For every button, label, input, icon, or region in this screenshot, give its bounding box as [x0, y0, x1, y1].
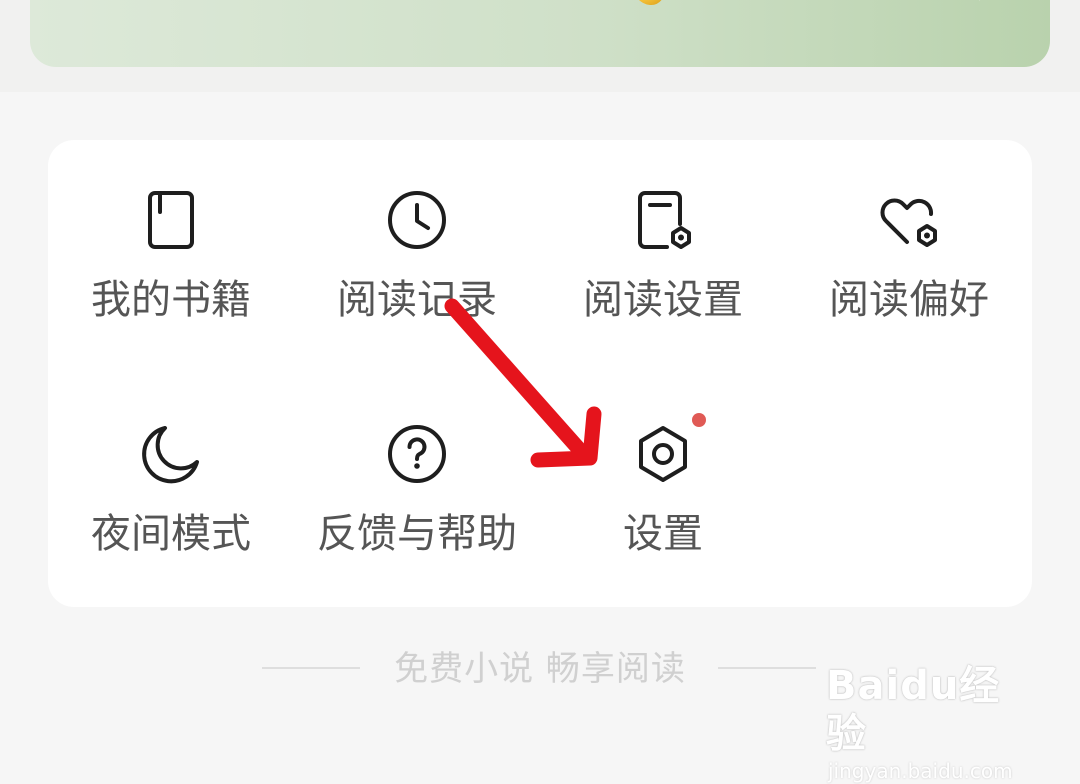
menu-item-my-books[interactable]: 我的书籍: [48, 188, 294, 324]
notification-dot: [692, 413, 706, 427]
menu-item-reading-settings[interactable]: 阅读设置: [540, 188, 786, 324]
rewards-banner[interactable]: 提现 ✦ ✦: [30, 0, 1050, 67]
menu-card: 我的书籍 阅读记录 阅读设置 阅读偏好 夜间模式 反馈与帮助 设置: [48, 140, 1032, 607]
menu-item-label: 阅读记录: [337, 277, 497, 323]
menu-item-label: 阅读设置: [583, 277, 743, 323]
menu-item-label: 反馈与帮助: [317, 511, 517, 557]
clock-icon: [385, 188, 449, 252]
moon-icon: [139, 422, 203, 486]
document-settings-icon: [631, 188, 695, 252]
menu-item-label: 夜间模式: [91, 511, 251, 557]
top-strip: 提现 ✦ ✦: [0, 0, 1080, 92]
question-icon: [385, 422, 449, 486]
coin-icon: [621, 0, 673, 12]
heart-settings-icon: [877, 188, 941, 252]
divider: [718, 667, 816, 669]
menu-item-reading-preference[interactable]: 阅读偏好: [786, 188, 1032, 324]
watermark-url: jingyan.baidu.com: [828, 759, 1013, 783]
menu-item-night-mode[interactable]: 夜间模式: [48, 422, 294, 558]
baidu-watermark: Baidu经验 jingyan.baidu.com: [826, 662, 1036, 784]
book-icon: [139, 188, 203, 252]
menu-item-reading-history[interactable]: 阅读记录: [294, 188, 540, 324]
gear-icon: [631, 422, 695, 486]
sparkle-icon: ✦: [974, 0, 986, 6]
watermark-brand: Baidu经验: [826, 663, 1001, 757]
menu-item-settings[interactable]: 设置: [540, 422, 786, 558]
menu-item-label: 我的书籍: [91, 277, 251, 323]
footer-slogan: 免费小说 畅享阅读: [394, 649, 686, 689]
menu-item-label: 设置: [623, 511, 703, 557]
menu-item-label: 阅读偏好: [829, 277, 989, 323]
menu-item-feedback-help[interactable]: 反馈与帮助: [294, 422, 540, 558]
divider: [262, 667, 360, 669]
